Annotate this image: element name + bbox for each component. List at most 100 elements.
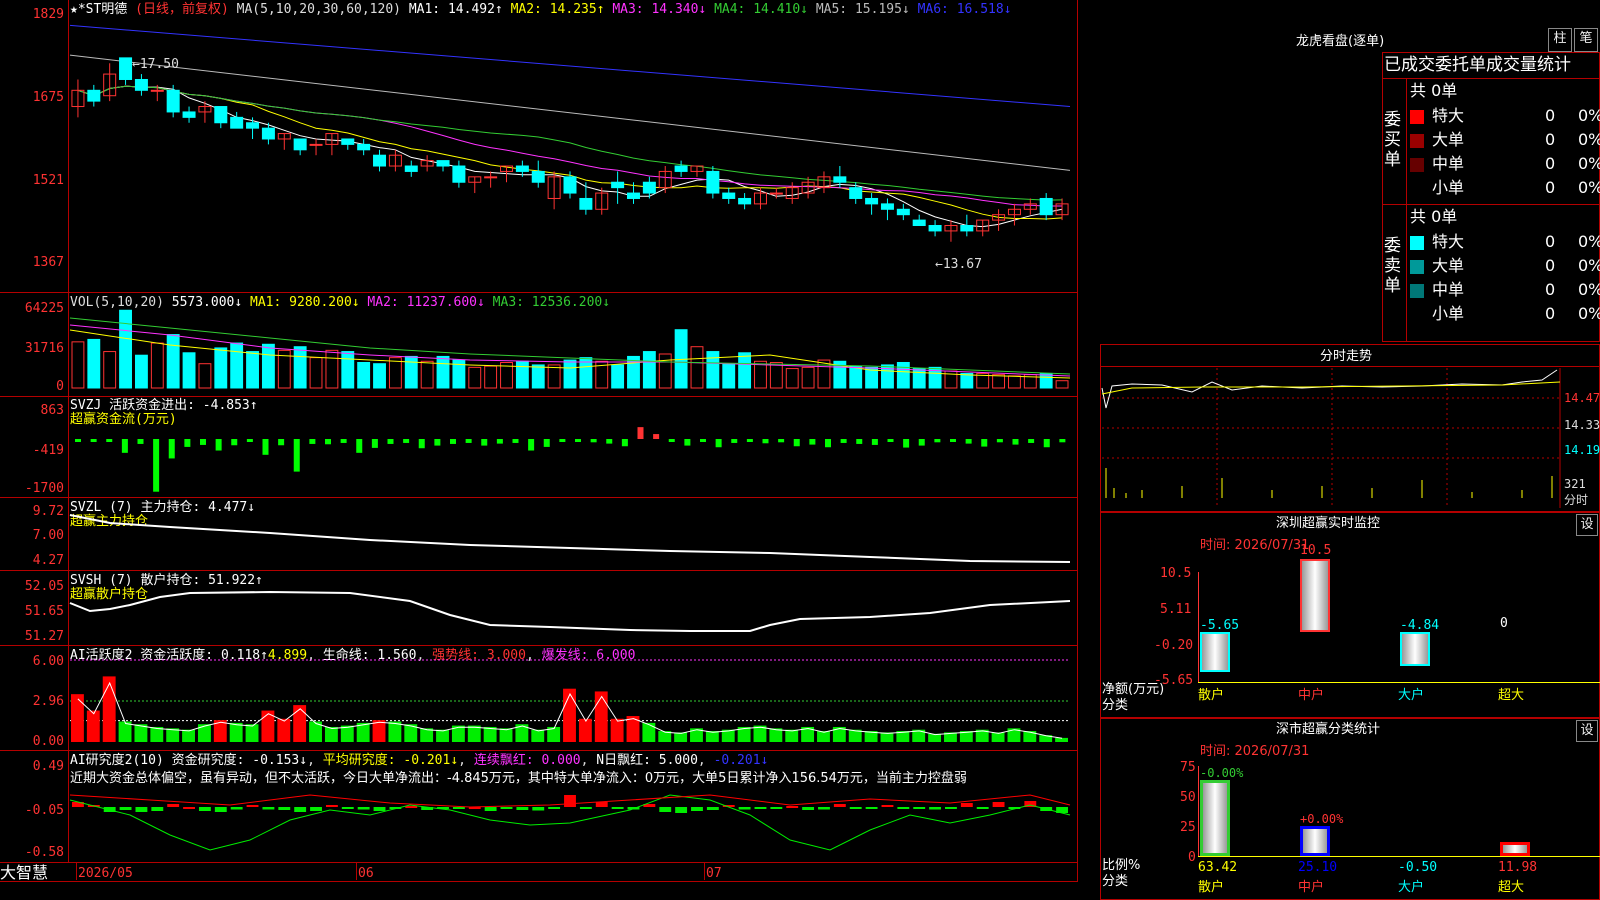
activity-bar	[531, 729, 545, 742]
research-bar	[595, 802, 608, 807]
legend-swatch	[1410, 259, 1424, 274]
order-row: 大单 0 0%	[1410, 254, 1600, 278]
candle	[928, 225, 942, 232]
flow-bar	[387, 439, 394, 444]
volume-bar	[388, 357, 402, 389]
intraday-volume: 321	[1564, 477, 1586, 491]
row-name: 小单	[1432, 304, 1465, 323]
date-tick	[704, 862, 705, 880]
candle	[849, 187, 863, 199]
vol-header: VOL(5,10,20) 5573.000↓ MA1: 9280.200↓ MA…	[70, 295, 611, 310]
flow-bar	[731, 439, 738, 443]
flow-bar	[262, 439, 269, 455]
flow-bar	[496, 439, 503, 444]
candle	[642, 181, 656, 194]
row-count: 0	[1545, 178, 1556, 197]
sz-monitor-title: 深圳超赢实时监控	[1276, 516, 1381, 531]
flow-bar	[90, 439, 97, 442]
intraday-axis-label: 14.19	[1564, 443, 1600, 457]
row-count: 0	[1545, 130, 1556, 149]
sz-settings-button[interactable]: 设	[1576, 514, 1598, 536]
flow-bar	[856, 439, 863, 444]
divider	[1382, 204, 1600, 205]
flow-bar	[715, 439, 722, 448]
class-settings-button[interactable]: 设	[1576, 720, 1598, 742]
axis-label: 51.65	[24, 604, 64, 619]
class-title: 深市超赢分类统计	[1276, 722, 1381, 737]
candle	[674, 165, 688, 172]
class-bar-change: -0.00%	[1200, 765, 1244, 780]
candle	[357, 143, 371, 151]
flow-bar	[887, 439, 894, 442]
date-tick	[76, 862, 77, 880]
intraday-axis-label: 14.47	[1564, 391, 1600, 405]
axis-label: 52.05	[24, 579, 64, 594]
flow-bar	[153, 439, 160, 492]
bar-mode-button[interactable]: 柱	[1548, 28, 1572, 52]
candle	[626, 192, 640, 199]
ma-value: MA4: 14.410↓	[706, 2, 808, 17]
date-label: 07	[706, 866, 722, 881]
flow-bar	[356, 439, 363, 453]
volume-bar	[801, 366, 815, 389]
activity-bar	[324, 726, 338, 742]
flow-bar	[512, 439, 519, 443]
sell-total: 共 0单	[1410, 207, 1458, 226]
legend-swatch	[1410, 308, 1424, 322]
research-bar	[278, 807, 291, 810]
candle	[214, 106, 228, 124]
tick-mode-button[interactable]: 笔	[1574, 28, 1598, 52]
research-bar	[357, 807, 370, 810]
intraday-axis-label: 14.33	[1564, 418, 1600, 432]
row-name: 大单	[1432, 256, 1465, 275]
flow-bar	[918, 439, 925, 446]
research-bar	[294, 807, 307, 812]
svsh-axis: 52.05 51.65 51.27	[0, 570, 66, 645]
sz-axis-label: 5.11	[1160, 602, 1192, 617]
row-pct: 0%	[1578, 130, 1600, 149]
row-count: 0	[1545, 154, 1556, 173]
research-bar	[135, 807, 148, 812]
flow-bar	[371, 439, 378, 448]
axis-label: 0.49	[32, 759, 64, 774]
sz-bar-value: 10.5	[1300, 542, 1332, 558]
activity-bar	[277, 718, 291, 742]
ma-value: MA1: 14.492↑	[408, 2, 503, 17]
intraday-chart	[1101, 368, 1561, 508]
volume-bar	[722, 363, 736, 389]
divider	[1382, 78, 1600, 79]
divider	[0, 570, 1078, 571]
sell-rows: 特大 0 0% 大单 0 0% 中单 0 0% 小单 0 0%	[1410, 230, 1600, 326]
sz-unit: 净额(万元)	[1102, 682, 1165, 697]
axis-label: 51.27	[24, 629, 64, 644]
volume-bar	[214, 347, 228, 389]
flow-bar	[543, 439, 550, 447]
flow-bar	[996, 439, 1003, 443]
research-bar	[897, 807, 910, 809]
research-bar	[564, 795, 576, 807]
activity-bar	[705, 731, 719, 742]
order-row: 小单 0 0%	[1410, 302, 1600, 326]
volume-bar	[690, 346, 704, 389]
volume-bar	[611, 364, 625, 389]
order-row: 小单 0 0%	[1410, 176, 1600, 200]
flow-bar	[465, 439, 472, 443]
ma-label: MA(5,10,20,30,60,120)	[236, 2, 401, 17]
research-bar	[325, 805, 338, 807]
row-count: 0	[1545, 256, 1556, 275]
svzj-chart	[75, 427, 1066, 492]
flow-bar	[684, 439, 691, 446]
flow-bar	[450, 439, 456, 444]
row-pct: 0%	[1578, 232, 1600, 251]
flow-bar	[590, 439, 597, 443]
research-bar	[976, 807, 989, 809]
flow-bar	[278, 439, 285, 446]
candle	[119, 57, 133, 80]
legend-swatch	[1410, 283, 1424, 298]
flow-bar	[1059, 439, 1066, 443]
legend-swatch	[1410, 182, 1424, 196]
divider	[0, 396, 1078, 397]
activity-bar	[642, 722, 656, 742]
ai-research-chart	[69, 794, 1071, 851]
research-bar	[865, 807, 878, 809]
